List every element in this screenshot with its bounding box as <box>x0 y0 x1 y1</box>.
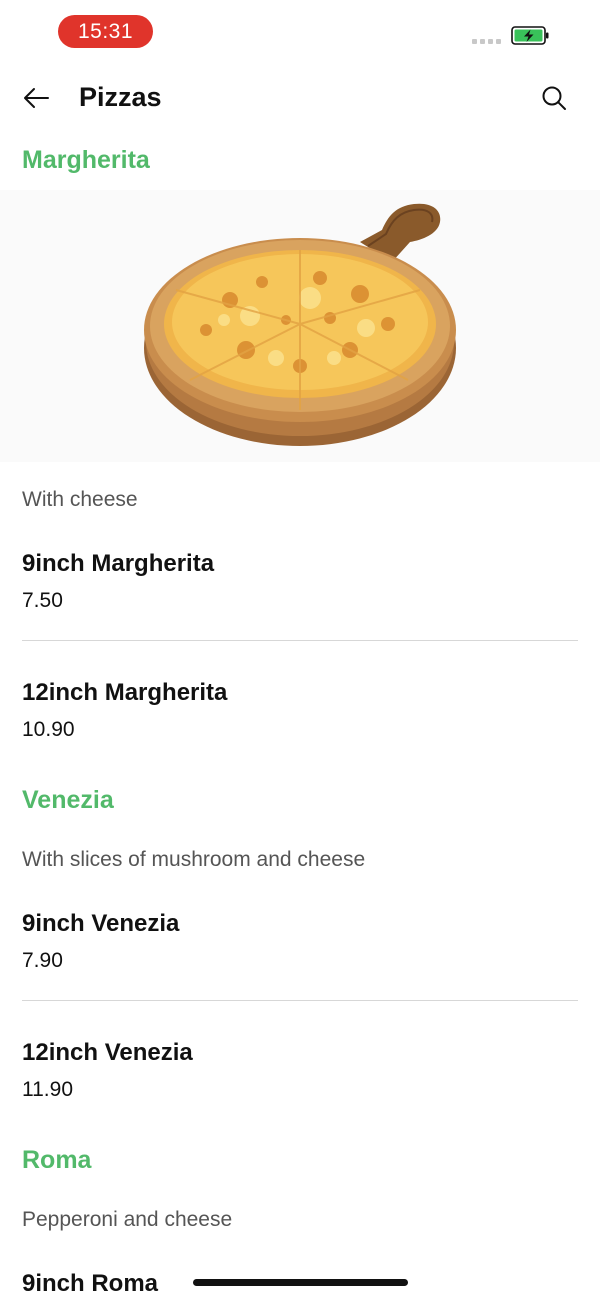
item-price: 7.50 <box>22 589 63 612</box>
category-title-margherita: Margherita <box>22 146 150 174</box>
divider <box>22 640 578 641</box>
divider <box>22 1000 578 1001</box>
signal-icon <box>472 39 501 44</box>
item-name: 12inch Venezia <box>22 1039 193 1066</box>
category-title-venezia: Venezia <box>22 786 114 814</box>
status-time: 15:31 <box>58 15 153 48</box>
battery-charging-icon <box>511 26 549 45</box>
item-name: 9inch Margherita <box>22 550 215 577</box>
page-title: Pizzas <box>79 82 162 112</box>
back-button[interactable] <box>18 80 54 116</box>
status-bar: 15:31 <box>0 0 600 60</box>
arrow-left-icon <box>24 88 49 108</box>
category-description-margherita: With cheese <box>22 488 138 511</box>
search-button[interactable] <box>538 82 570 114</box>
item-name: 9inch Roma <box>22 1270 159 1297</box>
category-title-roma: Roma <box>22 1146 92 1174</box>
home-indicator[interactable] <box>193 1279 408 1286</box>
item-name: 12inch Margherita <box>22 679 228 706</box>
item-price: 10.90 <box>22 718 75 741</box>
search-icon <box>542 86 566 110</box>
pizza-image <box>0 190 600 462</box>
item-name: 9inch Venezia <box>22 910 180 937</box>
item-price: 7.90 <box>22 949 63 972</box>
category-description-venezia: With slices of mushroom and cheese <box>22 848 366 871</box>
category-description-roma: Pepperoni and cheese <box>22 1208 233 1231</box>
app-bar: Pizzas <box>0 62 600 134</box>
item-price: 11.90 <box>22 1078 73 1101</box>
